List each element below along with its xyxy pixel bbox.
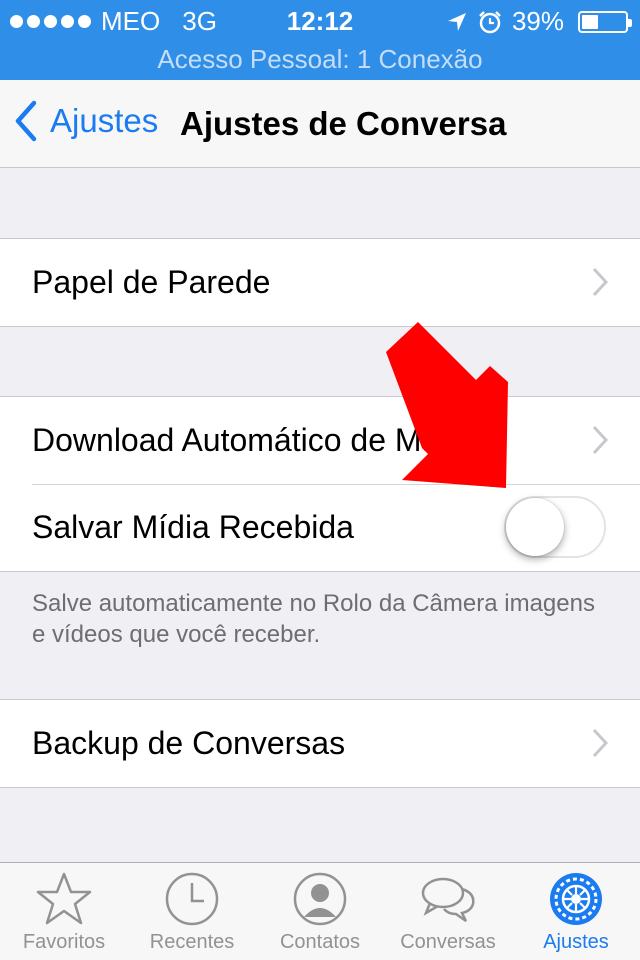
back-label: Ajustes: [50, 102, 159, 139]
chevron-right-icon: [592, 728, 608, 758]
alarm-icon: [479, 10, 501, 33]
clock-icon: [165, 872, 219, 926]
chevron-right-icon: [592, 267, 608, 297]
star-icon: [36, 872, 92, 925]
settings-group-media: Download Automático de Mídia Salvar Mídi…: [0, 396, 640, 572]
back-button[interactable]: Ajustes: [14, 100, 158, 142]
row-label: Papel de Parede: [32, 264, 271, 300]
tab-chats[interactable]: Conversas: [384, 863, 512, 960]
toggle-knob: [506, 498, 564, 556]
contact-icon: [293, 872, 347, 926]
save-media-toggle[interactable]: [504, 496, 606, 558]
hotspot-banner[interactable]: Acesso Pessoal: 1 Conexão: [0, 44, 640, 75]
status-bar: MEO 3G 12:12 39%: [0, 0, 640, 40]
tab-favorites[interactable]: Favoritos: [0, 863, 128, 960]
row-auto-download[interactable]: Download Automático de Mídia: [0, 397, 640, 484]
footer-note: Salve automaticamente no Rolo da Câmera …: [32, 590, 595, 648]
status-area: MEO 3G 12:12 39% Acesso Pessoal: 1 Conex…: [0, 0, 640, 80]
row-label: Salvar Mídia Recebida: [32, 509, 354, 545]
tab-recents[interactable]: Recentes: [128, 863, 256, 960]
row-chat-backup[interactable]: Backup de Conversas: [0, 700, 640, 787]
settings-gear-icon: [550, 873, 602, 925]
tab-contacts[interactable]: Contatos: [256, 863, 384, 960]
chat-bubbles-icon: [421, 877, 475, 923]
tab-settings[interactable]: Ajustes: [512, 863, 640, 960]
tab-label: Conversas: [400, 931, 496, 953]
red-arrow-annotation: [386, 322, 508, 488]
tab-bar: Favoritos Recentes Contatos Conversas Aj…: [0, 862, 640, 960]
page-title: Ajustes de Conversa: [180, 105, 507, 142]
tab-label: Favoritos: [22, 931, 106, 953]
location-icon: [447, 12, 466, 31]
status-right: 39%: [446, 6, 632, 37]
chevron-right-icon: [592, 425, 608, 455]
battery-percent: 39%: [511, 6, 564, 36]
battery-icon: [578, 10, 632, 33]
tab-label: Recentes: [149, 931, 235, 953]
chevron-left-icon: [15, 100, 37, 142]
row-label: Backup de Conversas: [32, 725, 346, 761]
settings-group-backup: Backup de Conversas: [0, 699, 640, 788]
navigation-bar: Ajustes Ajustes de Conversa: [0, 80, 640, 168]
row-wallpaper[interactable]: Papel de Parede: [0, 239, 640, 326]
tab-label: Contatos: [279, 931, 361, 953]
row-save-media: Salvar Mídia Recebida: [0, 484, 640, 571]
tab-label: Ajustes: [543, 931, 609, 953]
settings-group-wallpaper: Papel de Parede: [0, 238, 640, 327]
